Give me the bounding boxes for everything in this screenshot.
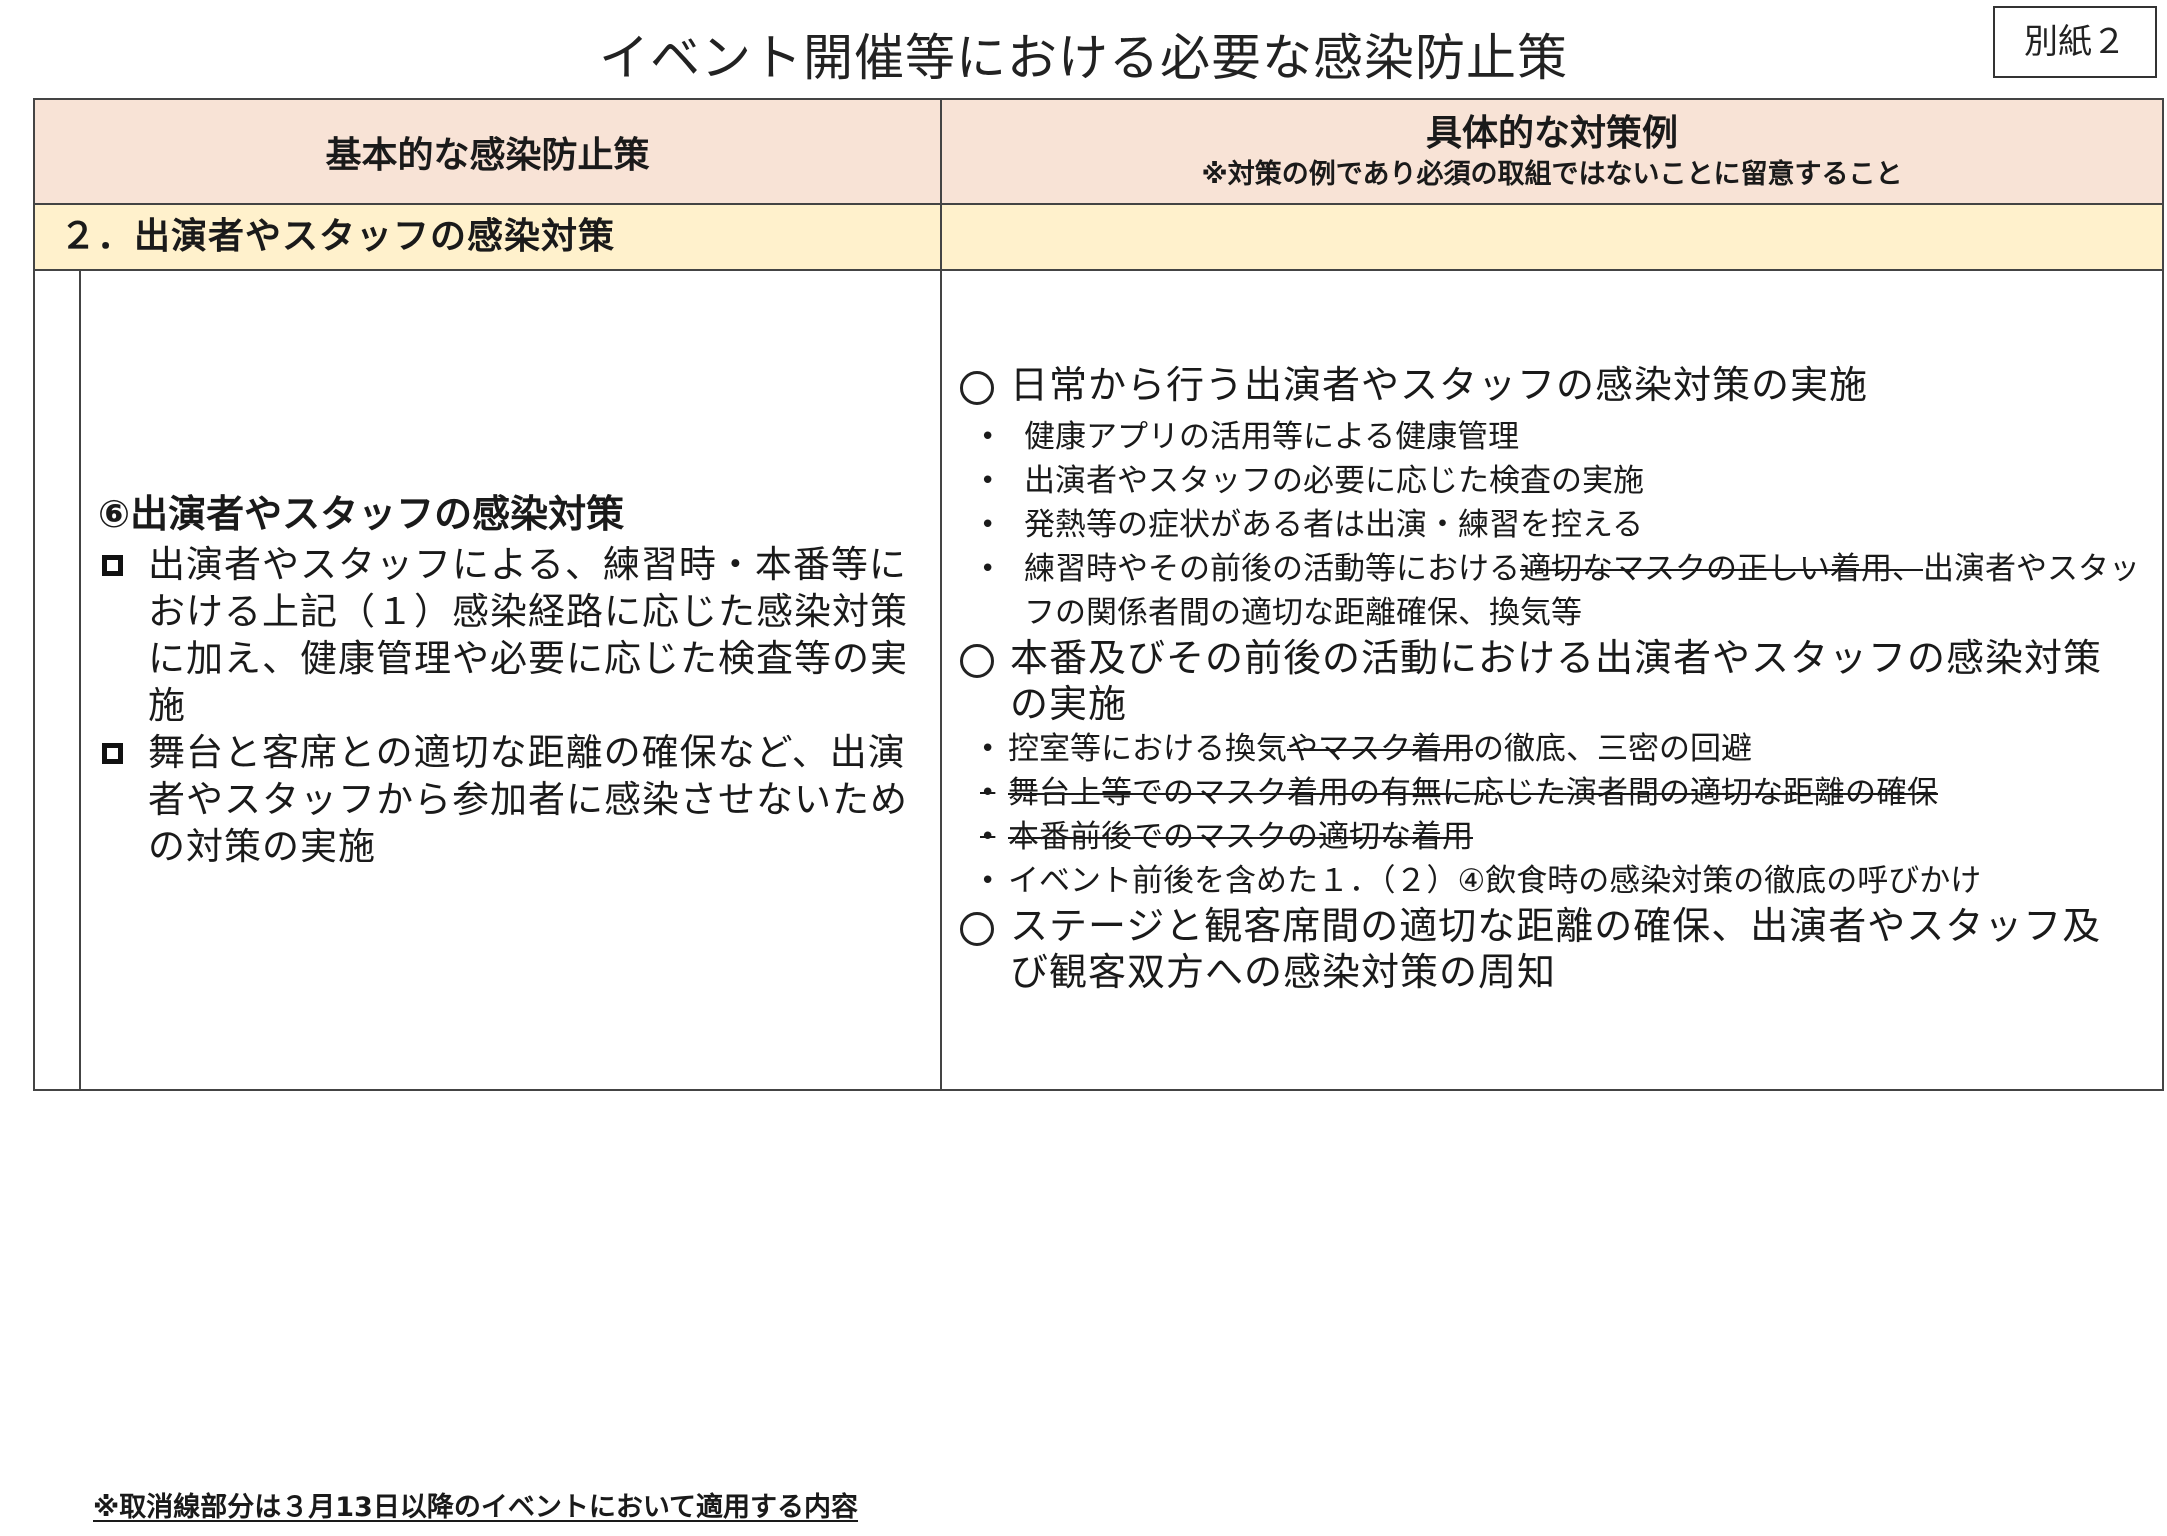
attachment-tag: 別紙２ [1993, 6, 2157, 78]
column-divider [940, 98, 942, 1091]
bullet-item: • 健康アプリの活用等による健康管理 [960, 415, 2140, 459]
bullet-item: • 練習時やその前後の活動等における適切なマスクの正しい着用、出演者やスタッフの… [960, 547, 2140, 635]
group-heading: 日常から行う出演者やスタッフの感染対策の実施 [960, 362, 2140, 415]
bullet-icon: • [980, 778, 996, 808]
checkbox-icon [98, 729, 148, 870]
footnote: ※取消線部分は３月13日以降のイベントにおいて適用する内容 [93, 1492, 859, 1523]
bullet-icon: • [980, 734, 996, 764]
bullet-text-part: の徹底、三密の回避 [1473, 731, 1752, 767]
bullet-icon: • [980, 554, 996, 584]
group-heading-text: 本番及びその前後の活動における出演者やスタッフの感染対策の実施 [1010, 636, 2103, 726]
bullet-text: 健康アプリの活用等による健康管理 [1024, 419, 1520, 455]
group-heading: ステージと観客席間の適切な距離の確保、出演者やスタッフ及び観客双方への感染対策の… [960, 903, 2140, 995]
group-heading: 本番及びその前後の活動における出演者やスタッフの感染対策の実施 [960, 635, 2140, 727]
struck-text: 適切なマスクの正しい着用、 [1520, 551, 1923, 587]
bullet-item: • イベント前後を含めた１．（２）④飲食時の感染対策の徹底の呼びかけ [960, 859, 2140, 903]
bullet-text: 発熱等の症状がある者は出演・練習を控える [1024, 507, 1644, 543]
checkbox-item: 出演者やスタッフによる、練習時・本番等における上記（１）感染経路に応じた感染対策… [98, 541, 918, 729]
checkbox-icon [98, 541, 148, 729]
indent-divider [79, 269, 81, 1091]
bullet-text: 練習時やその前後の活動等における適切なマスクの正しい着用、出演者やスタッフの関係… [1024, 547, 2140, 635]
bullet-item-struck: • 本番前後でのマスクの適切な着用 [960, 815, 2140, 859]
header-basic-measures: 基本的な感染防止策 [325, 134, 650, 176]
struck-text: 舞台上等でのマスク着用の有無に応じた演者間の適切な距離の確保 [1008, 775, 1938, 811]
group-heading-text: ステージと観客席間の適切な距離の確保、出演者やスタッフ及び観客双方への感染対策の… [1010, 904, 2102, 994]
basic-measure-block: ⑥出演者やスタッフの感染対策 出演者やスタッフによる、練習時・本番等における上記… [98, 487, 918, 870]
bullet-text: 出演者やスタッフの必要に応じた検査の実施 [1024, 463, 1644, 499]
group-heading-text: 日常から行う出演者やスタッフの感染対策の実施 [1010, 363, 1869, 407]
circle-icon [960, 903, 1010, 995]
bullet-text: 控室等における換気やマスク着用の徹底、三密の回避 [1008, 727, 1752, 771]
bullet-icon: • [980, 466, 996, 496]
checkbox-text: 出演者やスタッフによる、練習時・本番等における上記（１）感染経路に応じた感染対策… [148, 543, 908, 727]
circle-icon [960, 362, 1010, 415]
measure-title: ⑥出演者やスタッフの感染対策 [98, 492, 625, 536]
header-example-measures: 具体的な対策例 ※対策の例であり必須の取組ではないことに留意すること [942, 100, 2162, 203]
header-divider [33, 203, 2164, 205]
circle-icon [960, 635, 1010, 727]
bullet-item: • 出演者やスタッフの必要に応じた検査の実施 [960, 459, 2140, 503]
section-divider [33, 269, 2164, 271]
bullet-icon: • [980, 822, 996, 852]
bullet-item-struck: • 舞台上等でのマスク着用の有無に応じた演者間の適切な距離の確保 [960, 771, 2140, 815]
bullet-text-part: 控室等における換気 [1008, 731, 1287, 767]
bullet-icon: • [980, 510, 996, 540]
section-title: ２．出演者やスタッフの感染対策 [60, 216, 616, 257]
struck-text: 本番前後でのマスクの適切な着用 [1008, 819, 1473, 855]
checkbox-item: 舞台と客席との適切な距離の確保など、出演者やスタッフから参加者に感染させないため… [98, 729, 918, 870]
bullet-icon: • [980, 866, 996, 896]
example-measures-block: 日常から行う出演者やスタッフの感染対策の実施 • 健康アプリの活用等による健康管… [960, 362, 2140, 995]
bullet-item: • 発熱等の症状がある者は出演・練習を控える [960, 503, 2140, 547]
page-title: イベント開催等における必要な感染防止策 [599, 29, 1568, 87]
checkbox-text: 舞台と客席との適切な距離の確保など、出演者やスタッフから参加者に感染させないため… [148, 731, 908, 868]
bullet-text-part: 練習時やその前後の活動等における [1024, 551, 1520, 587]
header-example-note: ※対策の例であり必須の取組ではないことに留意すること [1201, 158, 1903, 190]
struck-text: やマスク着用 [1287, 731, 1473, 767]
bullet-icon: • [980, 422, 996, 452]
bullet-item: • 控室等における換気やマスク着用の徹底、三密の回避 [960, 727, 2140, 771]
header-example-title: 具体的な対策例 [1425, 112, 1678, 154]
bullet-text: イベント前後を含めた１．（２）④飲食時の感染対策の徹底の呼びかけ [1008, 863, 1982, 899]
